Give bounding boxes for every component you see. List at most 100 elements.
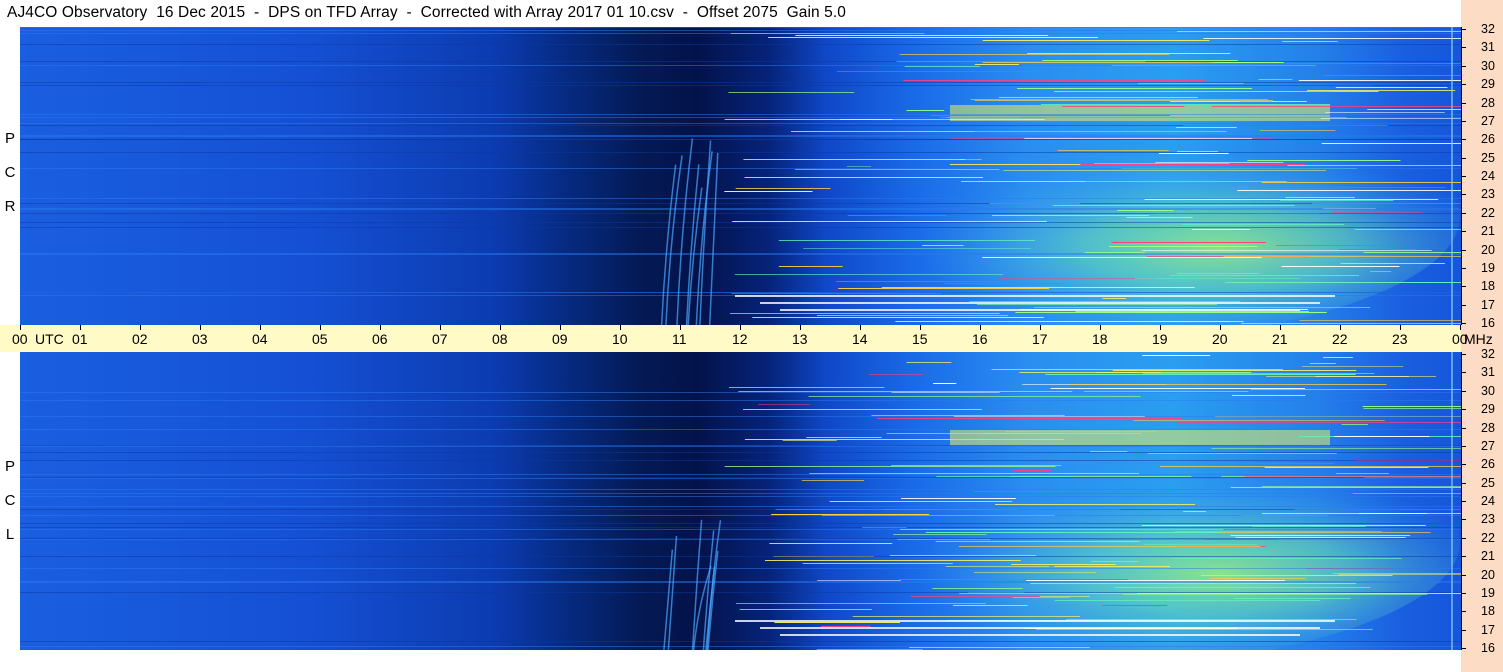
interference-streak xyxy=(1181,224,1344,225)
frequency-tick-label: 26 xyxy=(1481,457,1495,472)
interference-streak xyxy=(1015,312,1327,313)
interference-streak xyxy=(1041,104,1331,105)
interference-streak xyxy=(982,257,1262,258)
interference-streak xyxy=(1362,406,1461,407)
time-tick-label: 15 xyxy=(912,331,928,347)
bright-streak xyxy=(735,620,1335,622)
interference-streak xyxy=(945,566,1050,567)
interference-streak xyxy=(1142,373,1375,374)
interference-streak xyxy=(970,99,1269,100)
interference-streak xyxy=(909,647,1090,648)
time-tick-mark xyxy=(1340,325,1341,330)
interference-streak xyxy=(1155,162,1284,163)
background-line xyxy=(20,460,1461,461)
interference-streak xyxy=(1075,311,1309,312)
background-line xyxy=(20,139,1461,140)
background-line xyxy=(20,515,1461,516)
background-line xyxy=(20,581,1461,582)
interference-streak xyxy=(1170,101,1307,102)
interference-streak xyxy=(774,622,900,623)
interference-streak xyxy=(1252,526,1366,527)
interference-streak xyxy=(1359,513,1461,514)
background-line xyxy=(20,416,1461,417)
interference-streak xyxy=(808,396,1141,397)
interference-streak xyxy=(1211,106,1461,107)
frequency-tick-mark xyxy=(1461,47,1466,49)
interference-streak xyxy=(952,605,1028,606)
upper-band-activity xyxy=(950,430,1330,446)
spectrogram-canvas xyxy=(20,352,1461,650)
background-line xyxy=(20,478,1461,479)
interference-streak xyxy=(821,626,871,627)
interference-streak xyxy=(903,80,1206,81)
background-line xyxy=(20,65,1461,66)
interference-streak xyxy=(744,177,983,178)
interference-streak xyxy=(1241,323,1461,324)
frequency-tick-mark xyxy=(1461,139,1466,141)
time-tick-mark xyxy=(980,325,981,330)
interference-streak xyxy=(764,560,1021,561)
frequency-tick-mark xyxy=(1461,482,1466,484)
interference-streak xyxy=(1335,473,1390,474)
interference-streak xyxy=(739,609,872,610)
interference-streak xyxy=(991,369,1283,370)
interference-streak xyxy=(1237,190,1461,191)
time-tick-label: 11 xyxy=(672,331,687,347)
background-line xyxy=(20,474,1461,475)
frequency-tick-mark xyxy=(1461,574,1466,576)
frequency-tick-mark xyxy=(1461,372,1466,374)
bright-streak xyxy=(780,634,1300,636)
interference-streak xyxy=(906,110,945,111)
interference-streak xyxy=(771,514,930,515)
interference-streak xyxy=(877,418,1183,419)
interference-streak xyxy=(1050,388,1305,389)
interference-streak xyxy=(1320,118,1461,119)
interference-streak xyxy=(817,580,901,581)
rcp-label-letter: P xyxy=(4,130,15,147)
frequency-tick-label: 19 xyxy=(1481,260,1495,275)
interference-streak xyxy=(742,409,982,410)
time-tick-mark xyxy=(200,325,201,330)
interference-streak xyxy=(847,215,947,216)
frequency-tick-mark xyxy=(1461,556,1466,558)
interference-streak xyxy=(998,97,1198,98)
interference-streak xyxy=(1280,63,1461,64)
interference-streak xyxy=(1090,451,1128,452)
interference-streak xyxy=(944,283,1062,284)
time-tick-label: 19 xyxy=(1152,331,1168,347)
frequency-tick-mark xyxy=(1461,323,1466,324)
interference-streak xyxy=(1169,275,1360,276)
interference-streak xyxy=(1334,436,1430,437)
frequency-tick-label: 18 xyxy=(1481,604,1495,619)
interference-streak xyxy=(1122,594,1428,595)
interference-streak xyxy=(1363,252,1461,253)
interference-streak xyxy=(899,579,1128,580)
interference-streak xyxy=(1341,424,1369,425)
background-line xyxy=(20,529,1461,530)
background-line xyxy=(20,253,1461,254)
frequency-tick-label: 31 xyxy=(1481,365,1495,380)
interference-streak xyxy=(1147,453,1337,454)
interference-streak xyxy=(868,374,924,375)
interference-streak xyxy=(1291,187,1446,188)
interference-streak xyxy=(1158,153,1229,154)
interference-streak xyxy=(743,159,966,160)
background-line xyxy=(20,33,1461,34)
interference-streak xyxy=(1332,573,1461,574)
time-tick-label: 23 xyxy=(1392,331,1408,347)
frequency-tick-label: 29 xyxy=(1481,77,1495,92)
interference-streak xyxy=(901,498,1016,499)
bright-streak xyxy=(760,627,1320,629)
background-line xyxy=(20,136,1461,137)
background-line xyxy=(20,208,1461,209)
interference-streak xyxy=(952,131,1227,132)
frequency-tick-mark xyxy=(1461,464,1466,466)
interference-streak xyxy=(1211,448,1461,449)
interference-streak xyxy=(906,362,952,363)
interference-streak xyxy=(782,440,837,441)
interference-streak xyxy=(889,555,1037,556)
interference-streak xyxy=(1005,431,1158,432)
interference-streak xyxy=(836,281,1008,282)
interference-streak xyxy=(1111,242,1266,243)
interference-streak xyxy=(1084,391,1249,392)
